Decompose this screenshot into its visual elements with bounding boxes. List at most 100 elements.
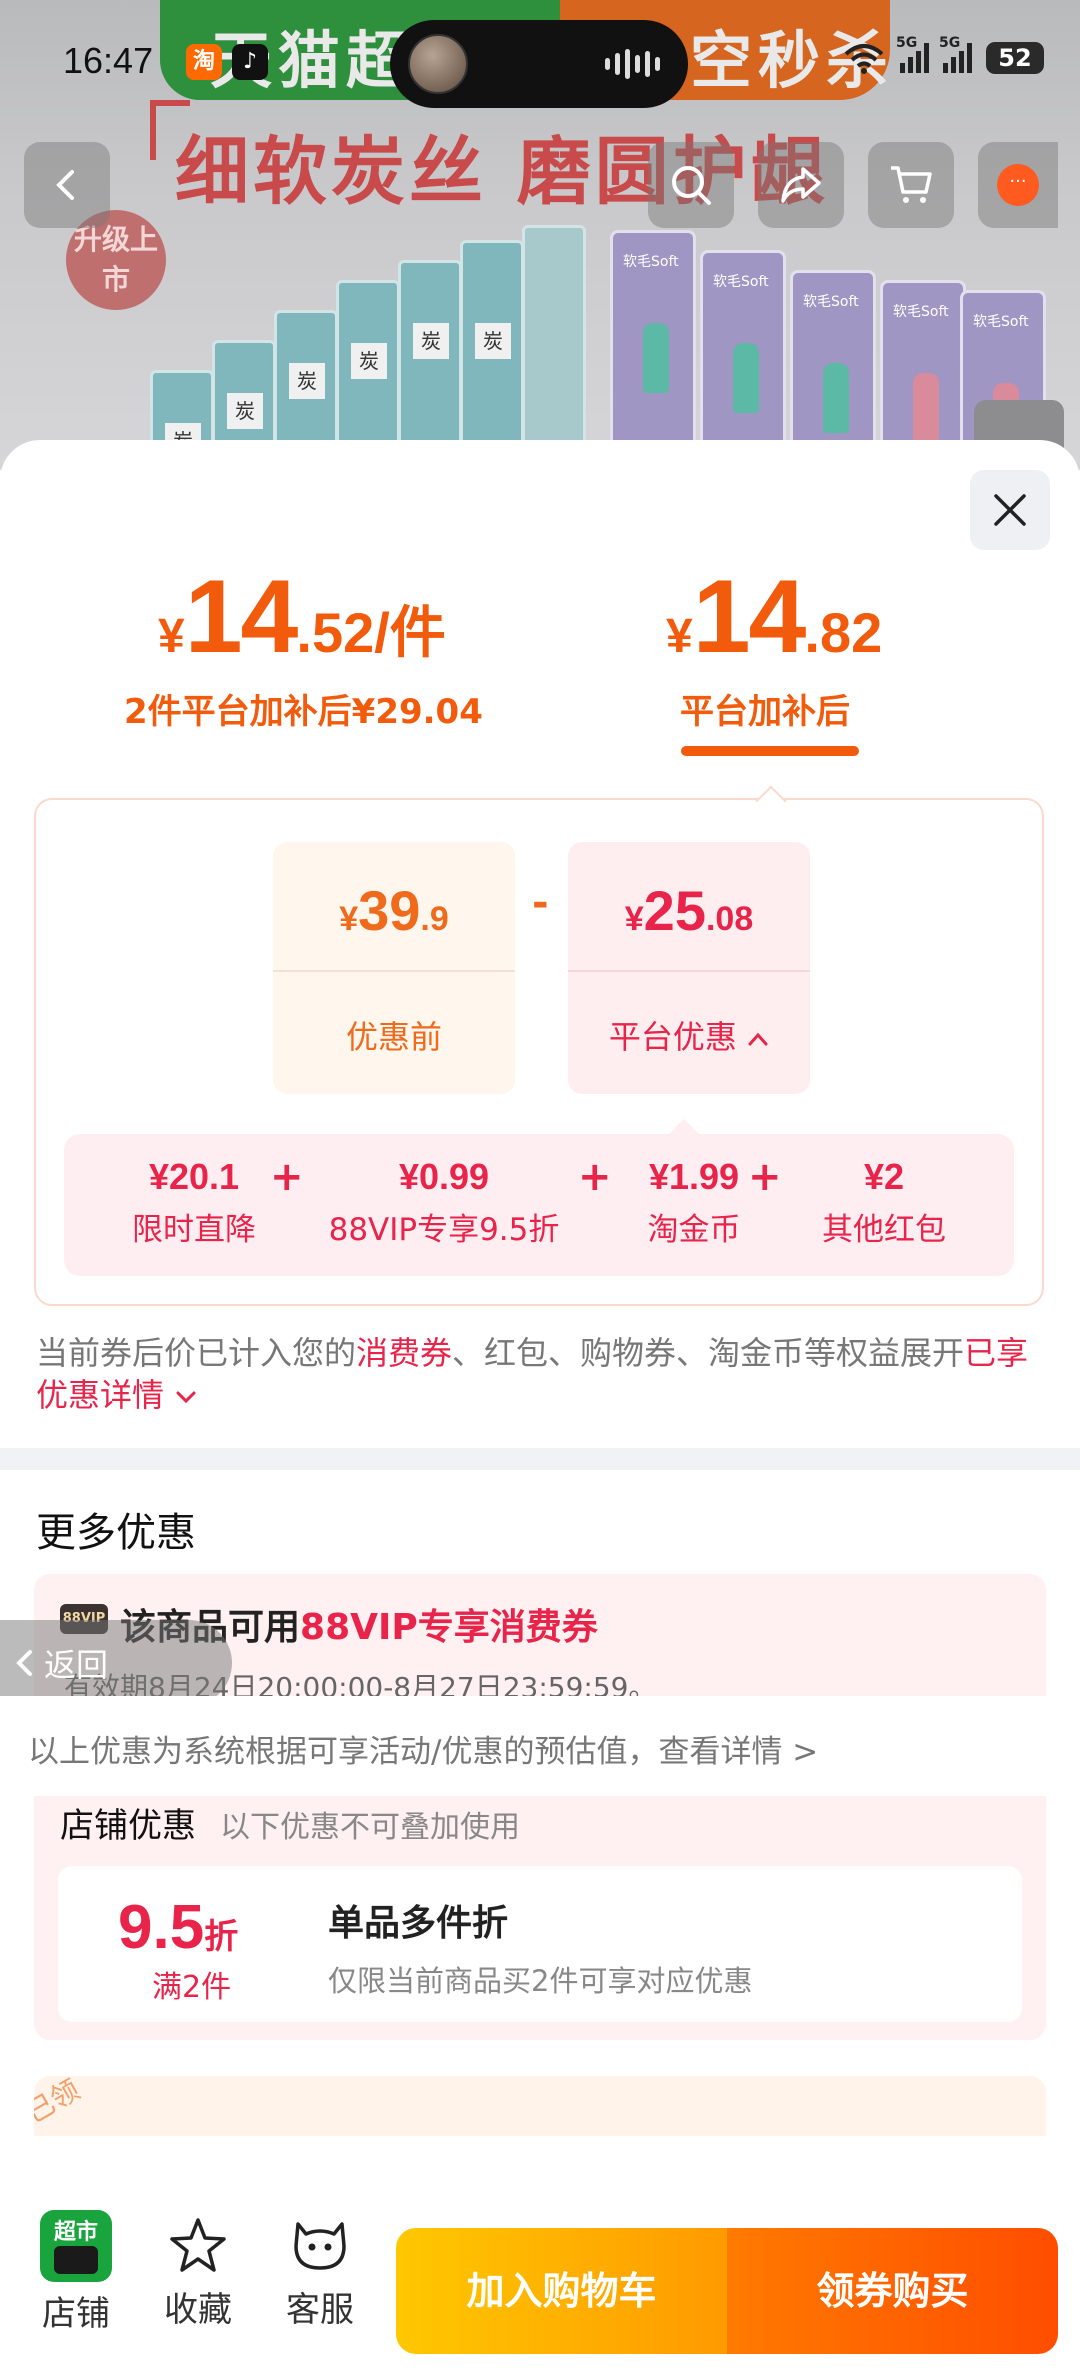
original-price-card: ¥39.9 优惠前: [273, 842, 515, 1094]
platform-discount-value: ¥25.08: [568, 878, 810, 943]
signal-icon: 5G: [939, 35, 972, 73]
product-pack-label: 软毛Soft: [973, 314, 1029, 330]
discount-name: 单品多件折: [328, 1903, 509, 1944]
breakdown-label: 限时直降: [132, 1212, 256, 1248]
status-time: 16:47: [63, 40, 154, 81]
signal-icon: 5G: [896, 35, 929, 73]
close-icon: [994, 494, 1026, 526]
customer-service-icon: [294, 2222, 346, 2270]
breakdown-item: ¥0.99 88VIP专享9.5折: [314, 1156, 574, 1249]
customer-service-label: 客服: [286, 2290, 354, 2330]
price-integer: 14: [184, 559, 299, 675]
disclaimer-text: 以上优惠为系统根据可享活动/优惠的预估值，查看详情 >: [28, 1734, 819, 1770]
currency-symbol: ¥: [666, 610, 693, 663]
product-box: [522, 225, 586, 470]
cart-icon: [891, 166, 932, 203]
brush-head: [733, 343, 759, 413]
plus-operator: +: [270, 1154, 304, 1200]
dynamic-island[interactable]: [390, 20, 688, 108]
card-divider: [273, 970, 515, 972]
product-box-label: 炭: [289, 363, 325, 399]
section-divider: [0, 1448, 1080, 1470]
avatar: [408, 34, 468, 94]
tmall-supermarket-icon: 超市: [40, 2210, 112, 2282]
add-to-cart-button[interactable]: 加入购物车: [396, 2228, 727, 2354]
favorite-button[interactable]: 收藏: [148, 2210, 248, 2331]
upgrade-badge-text: 升级上市: [73, 223, 158, 296]
price-decimal: .82: [804, 601, 883, 664]
estimate-disclaimer[interactable]: 以上优惠为系统根据可享活动/优惠的预估值，查看详情 >: [0, 1696, 1080, 1796]
product-pack: 软毛Soft: [610, 230, 696, 470]
currency-symbol: ¥: [624, 900, 644, 938]
vip-title-highlight: 88VIP专享消费券: [300, 1607, 598, 1648]
product-pack: 软毛Soft: [700, 250, 786, 470]
price-integer: 39: [358, 879, 421, 942]
network-type: 5G: [939, 35, 961, 51]
shop-logo-text: 超市: [53, 2220, 98, 2245]
breakdown-label: 88VIP专享9.5折: [328, 1212, 560, 1248]
tab-price-per-item[interactable]: ¥14.52/件: [158, 558, 446, 677]
close-button[interactable]: [970, 470, 1050, 550]
shop-discount-card: 店铺优惠 以下优惠不可叠加使用 9.5折 满2件 单品多件折 仅限当前商品买2件…: [34, 1768, 1046, 2040]
more-offers-title: 更多优惠: [36, 1510, 196, 1556]
price-decimal: .08: [705, 900, 754, 938]
product-box: 炭: [460, 240, 524, 470]
discount-description: 仅限当前商品买2件可享对应优惠: [328, 1964, 753, 1998]
price-decimal: .52/件: [296, 601, 446, 664]
brush-head: [823, 363, 849, 433]
multi-item-discount[interactable]: 9.5折 满2件 单品多件折 仅限当前商品买2件可享对应优惠: [58, 1866, 1022, 2022]
note-text: 当前券后价已计入您的: [36, 1334, 357, 1372]
return-label: 返回: [44, 1646, 109, 1684]
tab-price-single-subtitle[interactable]: 平台加补后: [680, 684, 850, 733]
chevron-left-icon: [16, 1650, 32, 1676]
platform-discount-card[interactable]: ¥25.08 平台优惠: [568, 842, 810, 1094]
customer-service-button[interactable]: 客服: [270, 2210, 370, 2331]
discount-number: 9.5: [118, 1893, 205, 1962]
discount-value: 9.5折: [118, 1892, 238, 1963]
tab-price-per-item-subtitle[interactable]: 2件平台加补后¥29.04: [124, 684, 483, 733]
product-box: 炭: [398, 260, 462, 470]
platform-discount-label-text: 平台优惠: [608, 1018, 737, 1056]
chevron-left-icon: [56, 170, 74, 200]
cart-button[interactable]: [868, 142, 954, 228]
back-button[interactable]: [24, 142, 110, 228]
plus-operator: +: [748, 1154, 782, 1200]
status-icons: 5G 5G 52: [842, 35, 1044, 74]
shop-logo-face: [54, 2246, 98, 2274]
more-button[interactable]: ···: [978, 142, 1058, 228]
platform-discount-label: 平台优惠: [568, 1012, 810, 1058]
note-highlight: 消费券: [356, 1334, 453, 1372]
currency-symbol: ¥: [339, 900, 359, 938]
bottom-action-bar: 超市 店铺 收藏 客服 加入购物车 领券购买: [0, 2200, 1080, 2376]
brush-head: [643, 323, 669, 393]
search-icon: [672, 166, 711, 205]
shop-label: 店铺: [42, 2294, 110, 2334]
coupon-note: 当前券后价已计入您的消费券、红包、购物券、淘金币等权益展开已享优惠详情: [36, 1332, 1046, 1416]
tab-price-single[interactable]: ¥14.82: [666, 558, 882, 677]
favorite-label: 收藏: [164, 2290, 232, 2330]
chevron-down-icon[interactable]: [174, 1388, 198, 1406]
brush-head: [913, 373, 939, 443]
product-pack-label: 软毛Soft: [803, 294, 859, 310]
original-price-label: 优惠前: [345, 1018, 442, 1056]
note-text: 、红包、购物券、淘金币等权益展开: [452, 1334, 965, 1372]
discount-unit: 折: [204, 1918, 239, 1956]
claim-coupon-buy-button[interactable]: 领券购买: [727, 2228, 1058, 2354]
audio-wave-icon: [605, 48, 660, 80]
share-icon: [781, 167, 821, 203]
price-decimal: .9: [420, 900, 449, 938]
plus-operator: +: [578, 1154, 612, 1200]
network-type: 5G: [896, 35, 918, 51]
star-icon: [170, 2218, 226, 2272]
chevron-up-icon: [748, 1032, 768, 1046]
shop-button[interactable]: 超市 店铺: [26, 2210, 126, 2335]
more-dots-icon: ···: [997, 164, 1039, 206]
return-button[interactable]: 返回: [0, 1620, 232, 1706]
claimed-coupon-card[interactable]: 已领: [34, 2076, 1046, 2136]
battery-indicator: 52: [986, 42, 1044, 74]
search-button[interactable]: [648, 142, 734, 228]
discount-condition: 满2件: [152, 1970, 232, 2005]
product-pack-label: 软毛Soft: [713, 274, 769, 290]
share-button[interactable]: [758, 142, 844, 228]
minus-operator: -: [532, 880, 549, 926]
